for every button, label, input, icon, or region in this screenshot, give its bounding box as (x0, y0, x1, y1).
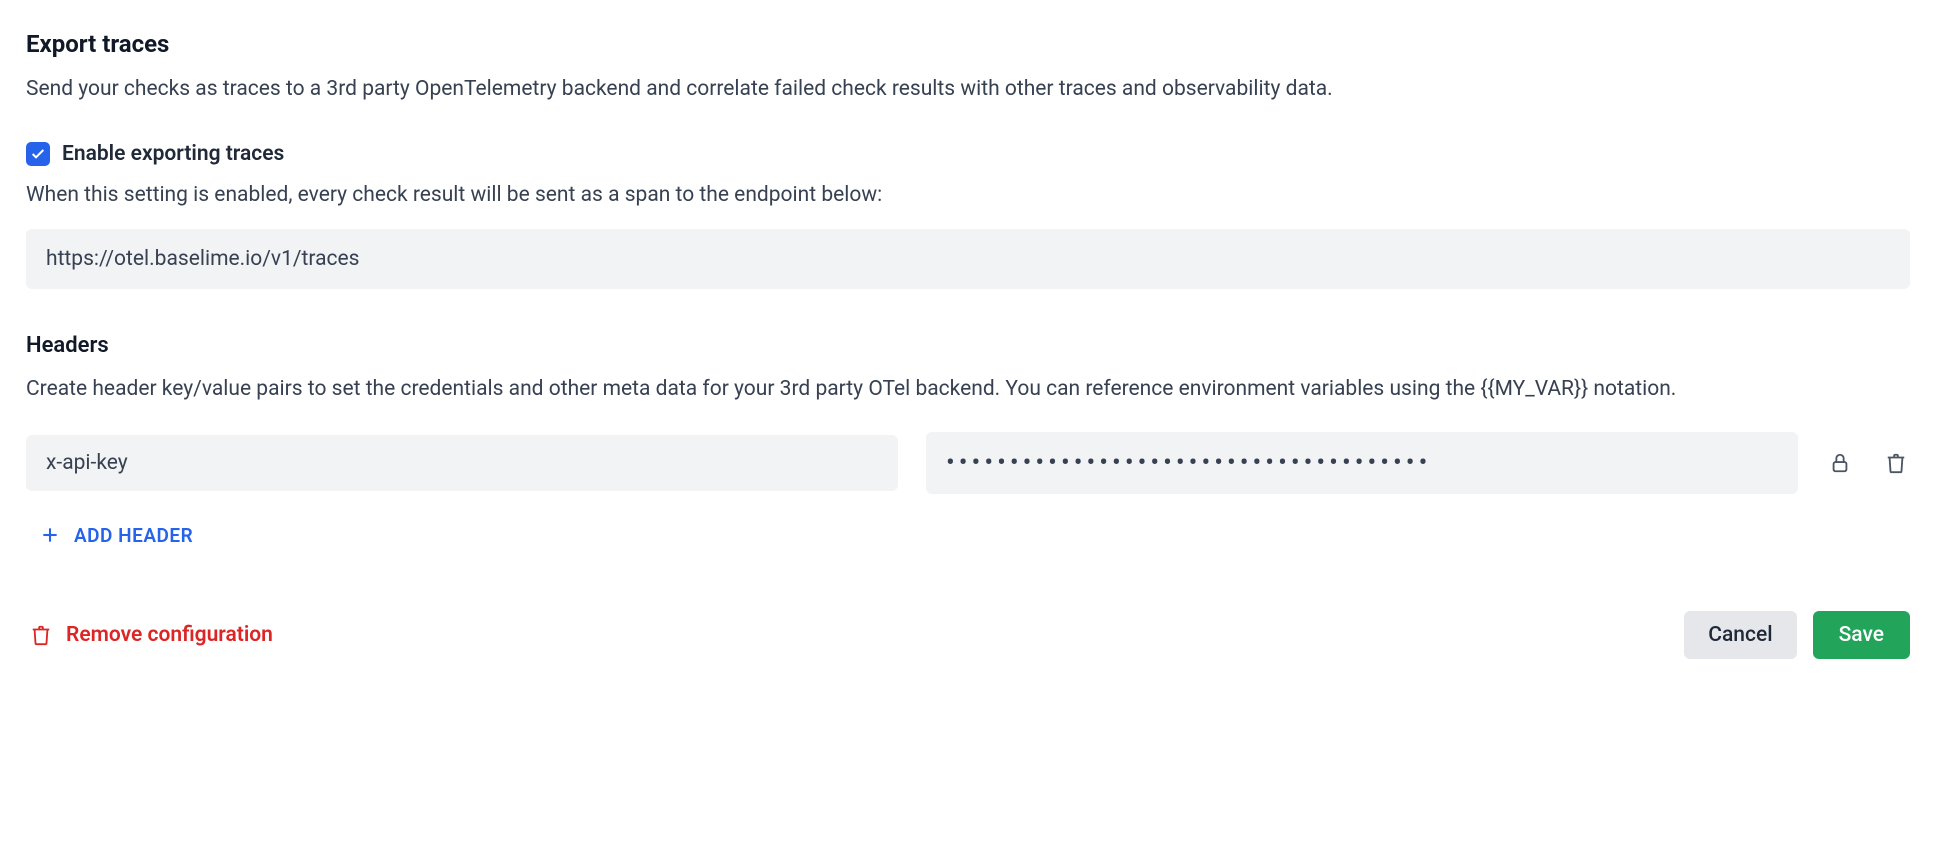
remove-configuration-button[interactable]: Remove configuration (26, 619, 277, 651)
endpoint-input[interactable] (26, 229, 1910, 289)
enable-checkbox-row: Enable exporting traces (26, 142, 1910, 166)
delete-header-button[interactable] (1882, 449, 1910, 477)
section-description: Send your checks as traces to a 3rd part… (26, 74, 1910, 106)
trash-icon (30, 624, 52, 646)
check-icon (30, 146, 46, 162)
headers-description: Create header key/value pairs to set the… (26, 374, 1910, 406)
lock-icon (1829, 452, 1851, 474)
cancel-button[interactable]: Cancel (1684, 611, 1796, 659)
enable-description: When this setting is enabled, every chec… (26, 180, 1910, 212)
header-row (26, 432, 1910, 494)
footer-row: Remove configuration Cancel Save (26, 611, 1910, 659)
header-key-input[interactable] (26, 435, 898, 491)
header-value-input[interactable] (926, 432, 1798, 494)
headers-title: Headers (26, 333, 1910, 358)
trash-icon (1885, 452, 1907, 474)
remove-configuration-label: Remove configuration (66, 623, 273, 647)
add-header-label: ADD HEADER (74, 524, 193, 547)
plus-icon (40, 525, 60, 545)
enable-checkbox[interactable] (26, 142, 50, 166)
lock-button[interactable] (1826, 449, 1854, 477)
enable-checkbox-label: Enable exporting traces (62, 142, 284, 166)
save-button[interactable]: Save (1813, 611, 1910, 659)
add-header-button[interactable]: ADD HEADER (26, 516, 207, 555)
section-title: Export traces (26, 30, 1910, 58)
action-buttons: Cancel Save (1684, 611, 1910, 659)
